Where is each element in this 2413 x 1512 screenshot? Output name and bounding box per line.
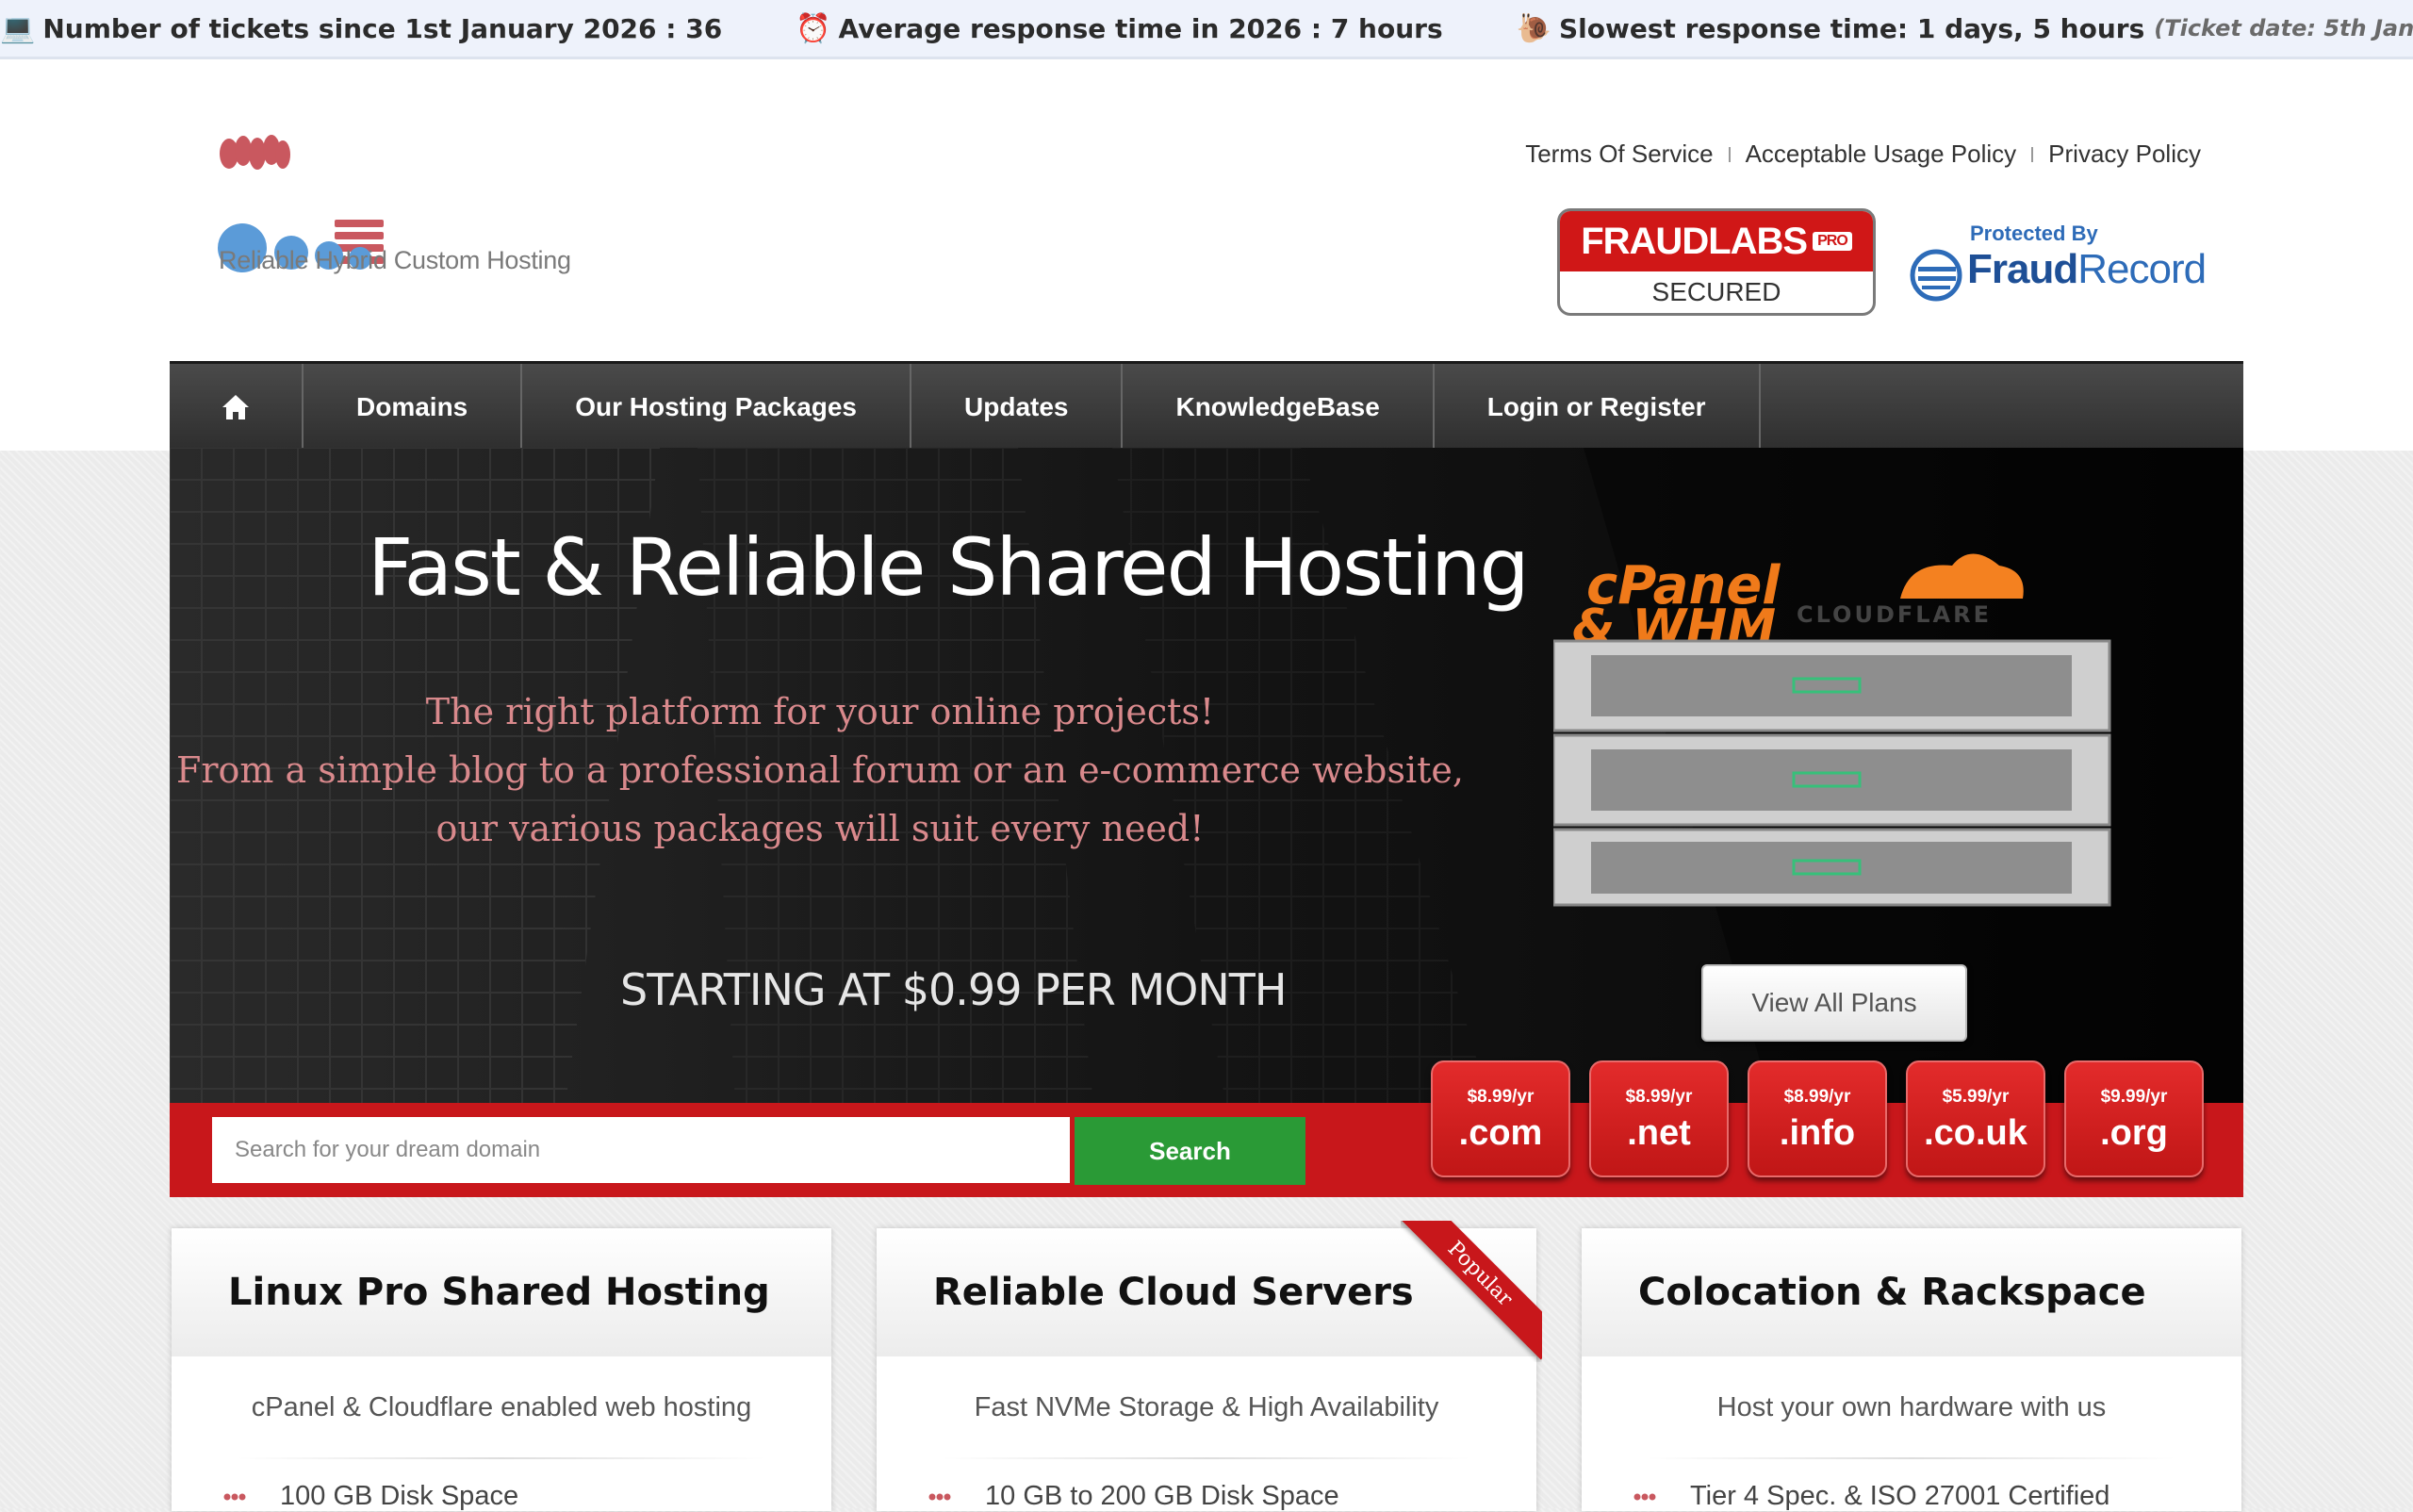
product-card-cloud-servers[interactable]: Reliable Cloud Servers Fast NVMe Storage…	[877, 1221, 1542, 1512]
tld-price: $8.99/yr	[1625, 1087, 1693, 1107]
laptop-icon: 💻	[0, 11, 36, 45]
ticker-item: 💻 Number of tickets since 1st January 20…	[0, 12, 722, 45]
hero-banner: Fast & Reliable Shared Hosting The right…	[170, 448, 2243, 1103]
divider	[1648, 1457, 2175, 1459]
stats-ticker: 💻 Number of tickets since 1st January 20…	[0, 0, 2413, 59]
privacy-policy-link[interactable]: Privacy Policy	[2048, 140, 2201, 169]
alarm-clock-icon: ⏰	[796, 11, 831, 45]
logo-tagline: Reliable Hybrid Custom Hosting	[219, 246, 571, 274]
tld-com[interactable]: $8.99/yr .com	[1431, 1060, 1570, 1177]
tld-extension: .com	[1458, 1113, 1543, 1153]
tld-co-uk[interactable]: $5.99/yr .co.uk	[1906, 1060, 2045, 1177]
divider	[1728, 146, 1731, 162]
card-feature: 10 GB to 200 GB Disk Space	[928, 1481, 1339, 1512]
nav-home[interactable]	[170, 364, 304, 451]
card-feature-text: 100 GB Disk Space	[280, 1481, 519, 1511]
card-feature: 100 GB Disk Space	[223, 1481, 518, 1512]
fraudlabs-status: SECURED	[1651, 277, 1781, 306]
tld-price: $9.99/yr	[2100, 1087, 2168, 1107]
card-subtitle: cPanel & Cloudflare enabled web hosting	[251, 1392, 752, 1422]
tld-net[interactable]: $8.99/yr .net	[1589, 1060, 1729, 1177]
nav-domains[interactable]: Domains	[304, 364, 523, 451]
popular-ribbon: Popular	[1401, 1221, 1542, 1362]
tld-price: $5.99/yr	[1942, 1087, 2010, 1107]
bullet-icon	[1633, 1493, 1656, 1500]
tld-price: $8.99/yr	[1783, 1087, 1851, 1107]
legal-links: Terms Of Service Acceptable Usage Policy…	[1525, 140, 2201, 169]
acceptable-usage-policy-link[interactable]: Acceptable Usage Policy	[1746, 140, 2017, 169]
protected-by-label: Protected By	[1970, 222, 2098, 245]
ticker-item: ⏰ Average response time in 2026 : 7 hour…	[796, 12, 1442, 45]
main-nav: Domains Our Hosting Packages Updates Kno…	[170, 361, 2243, 451]
starting-price: STARTING AT $0.99 PER MONTH	[620, 964, 1287, 1015]
nav-updates[interactable]: Updates	[911, 364, 1124, 451]
server-unit	[1553, 828, 2111, 907]
domain-search-input[interactable]	[212, 1117, 1070, 1183]
ticker-text: Number of tickets since 1st January 2026…	[42, 12, 723, 44]
fraudrecord-name-a: Fraud	[1967, 246, 2078, 292]
terms-of-service-link[interactable]: Terms Of Service	[1525, 140, 1713, 169]
bullet-icon	[928, 1493, 951, 1500]
card-subtitle: Host your own hardware with us	[1716, 1392, 2107, 1422]
fraudrecord-badge[interactable]: Protected By FraudRecord	[1909, 222, 2210, 306]
ticker-item: 🐌 Slowest response time: 1 days, 5 hours…	[1517, 12, 2413, 45]
tld-price: $8.99/yr	[1467, 1087, 1535, 1107]
product-card-colocation[interactable]: Colocation & Rackspace Host your own har…	[1582, 1228, 2241, 1511]
ticker-text: Slowest response time: 1 days, 5 hours	[1559, 12, 2145, 44]
nav-hosting-packages[interactable]: Our Hosting Packages	[522, 364, 912, 451]
tld-info[interactable]: $8.99/yr .info	[1748, 1060, 1887, 1177]
divider	[2031, 146, 2034, 162]
card-title: Linux Pro Shared Hosting	[172, 1228, 831, 1356]
hero-title: Fast & Reliable Shared Hosting	[368, 521, 1530, 614]
ticker-text: Average response time in 2026 : 7 hours	[838, 12, 1443, 44]
ticker-note: (Ticket date: 5th January 2026)	[2154, 15, 2413, 41]
divider	[943, 1457, 1470, 1459]
tld-org[interactable]: $9.99/yr .org	[2064, 1060, 2204, 1177]
cloudflare-label: CLOUDFLARE	[1797, 601, 1992, 628]
domain-search-button[interactable]: Search	[1075, 1117, 1305, 1185]
card-subtitle: Fast NVMe Storage & High Availability	[974, 1392, 1439, 1422]
tld-extension: .org	[2100, 1113, 2168, 1153]
fraudlabs-name: FRAUDLABS	[1581, 220, 1808, 262]
bullet-icon	[223, 1493, 246, 1500]
hero-tagline: The right platform for your online proje…	[425, 691, 1215, 732]
divider	[238, 1457, 765, 1459]
card-feature-text: Tier 4 Spec. & ISO 27001 Certified	[1690, 1481, 2110, 1511]
fraudrecord-name: FraudRecord	[1967, 246, 2207, 293]
hero-tagline: our various packages will suit every nee…	[435, 808, 1205, 849]
hero-tagline: From a simple blog to a professional for…	[176, 749, 1464, 791]
view-all-plans-button[interactable]: View All Plans	[1701, 964, 1967, 1042]
home-icon	[222, 395, 249, 419]
tld-extension: .net	[1627, 1113, 1691, 1153]
tld-extension: .info	[1779, 1113, 1856, 1153]
server-illustration: cPanel & WHM CLOUDFLARE	[1553, 553, 2111, 907]
card-feature-text: 10 GB to 200 GB Disk Space	[985, 1481, 1339, 1511]
ribbon-label: Popular	[1401, 1221, 1542, 1360]
nav-login-register[interactable]: Login or Register	[1435, 364, 1761, 451]
server-unit	[1553, 733, 2111, 827]
card-feature: Tier 4 Spec. & ISO 27001 Certified	[1633, 1481, 2109, 1512]
nav-knowledgebase[interactable]: KnowledgeBase	[1123, 364, 1435, 451]
server-unit	[1553, 639, 2111, 732]
tld-extension: .co.uk	[1924, 1113, 2027, 1153]
globe-icon	[1910, 249, 1962, 302]
fraudrecord-name-b: Record	[2077, 246, 2207, 292]
fraudlabs-badge[interactable]: FRAUDLABS PRO SECURED	[1557, 208, 1876, 316]
fraudlabs-brand: FRAUDLABS PRO	[1560, 211, 1873, 271]
snail-icon: 🐌	[1516, 11, 1551, 45]
product-card-linux-hosting[interactable]: Linux Pro Shared Hosting cPanel & Cloudf…	[172, 1228, 831, 1511]
card-title: Colocation & Rackspace	[1582, 1228, 2241, 1356]
fraudlabs-pro-tag: PRO	[1813, 232, 1852, 251]
cloudflare-icon	[1900, 553, 2024, 599]
